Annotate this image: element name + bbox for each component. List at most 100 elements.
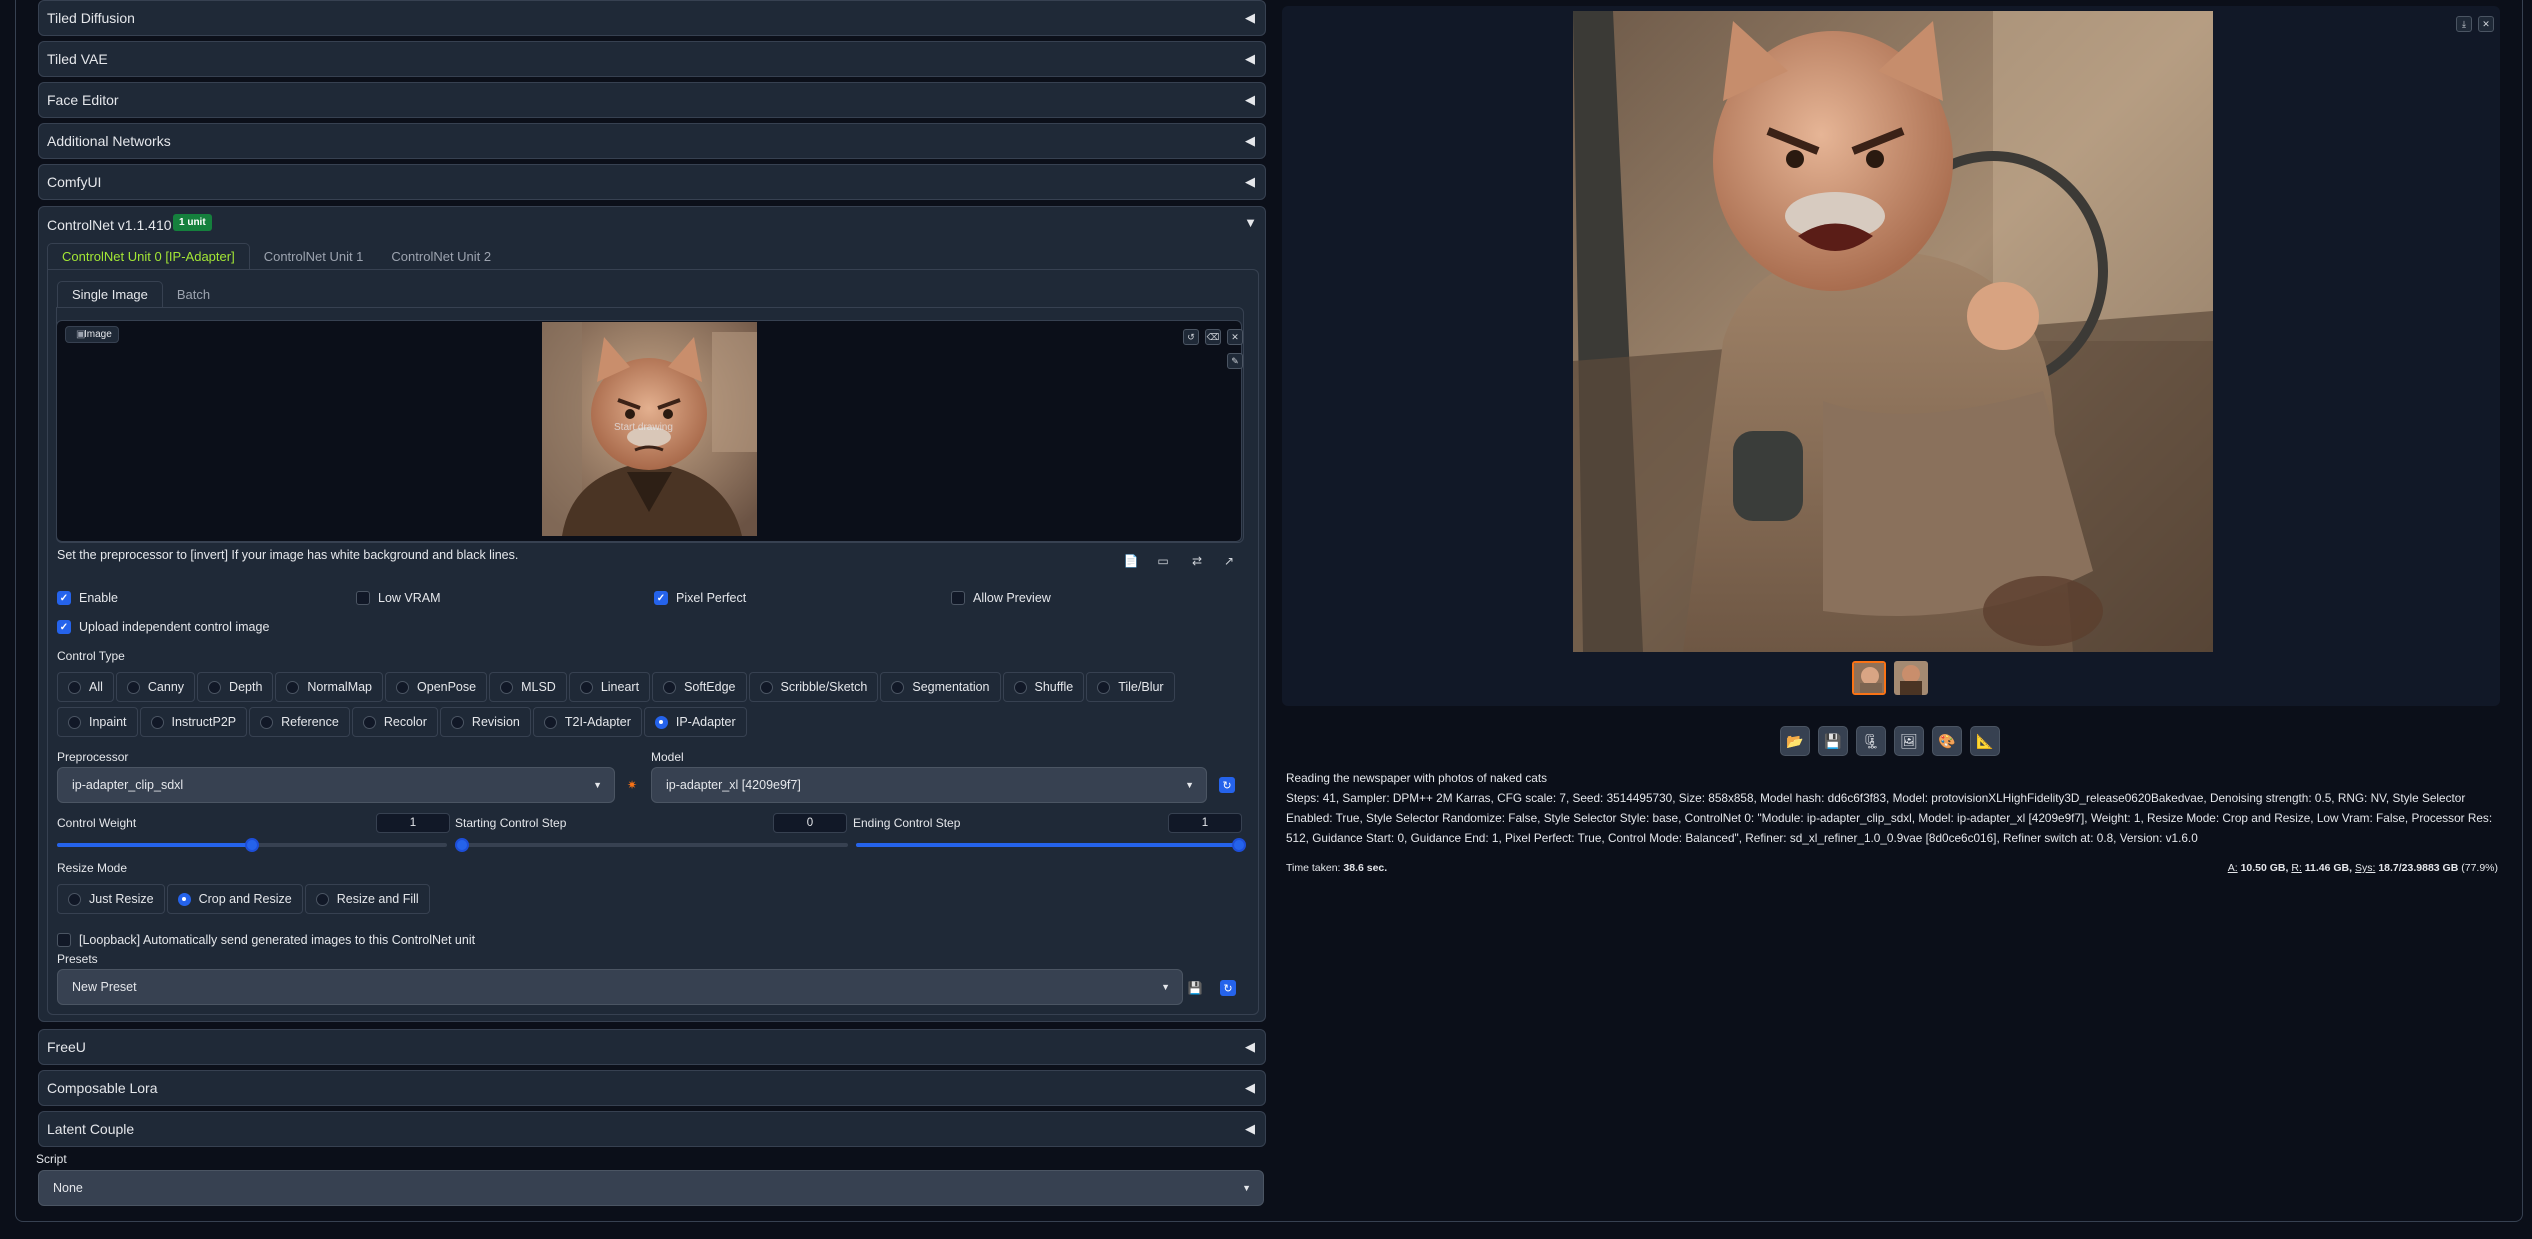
control-type-t2i-adapter[interactable]: T2I-Adapter bbox=[532, 707, 642, 737]
radio-dot bbox=[663, 680, 677, 694]
start-step-input[interactable]: 0 bbox=[773, 813, 847, 833]
close-icon[interactable]: ✕ bbox=[1227, 329, 1243, 345]
control-type-mlsd[interactable]: MLSD bbox=[489, 672, 567, 702]
model-dropdown[interactable]: ip-adapter_xl [4209e9f7] ▼ bbox=[651, 767, 1207, 803]
accordion-composable-lora[interactable]: Composable Lora ◀ bbox=[38, 1070, 1266, 1106]
allow-preview-checkbox[interactable]: Allow Preview bbox=[951, 591, 1051, 605]
new-canvas-icon[interactable]: 📄 bbox=[1120, 552, 1142, 570]
upload-independent-checkbox[interactable]: ✓ Upload independent control image bbox=[57, 620, 269, 634]
control-type-ip-adapter[interactable]: IP-Adapter bbox=[643, 707, 747, 737]
control-type-recolor[interactable]: Recolor bbox=[351, 707, 438, 737]
time-value: 38.6 sec. bbox=[1343, 862, 1388, 874]
controlnet-title[interactable]: ControlNet v1.1.410 bbox=[47, 217, 172, 233]
control-type-shuffle[interactable]: Shuffle bbox=[1002, 672, 1085, 702]
tab-unit-2[interactable]: ControlNet Unit 2 bbox=[377, 243, 505, 269]
radio-label: SoftEdge bbox=[684, 680, 736, 694]
dropdown-value: ip-adapter_xl [4209e9f7] bbox=[666, 778, 801, 792]
refresh-models-icon[interactable]: ↻ bbox=[1219, 777, 1235, 793]
expand-arrow-icon[interactable]: ▼ bbox=[1244, 215, 1257, 230]
resize-mode-label: Resize Mode bbox=[57, 861, 128, 875]
close-icon[interactable]: ✕ bbox=[2478, 16, 2494, 32]
accordion-tiled-diffusion[interactable]: Tiled Diffusion ◀ bbox=[38, 0, 1266, 36]
presets-dropdown[interactable]: New Preset ▼ bbox=[57, 969, 1183, 1005]
control-type-instructp2p[interactable]: InstructP2P bbox=[139, 707, 248, 737]
gallery-thumb-selected[interactable] bbox=[1852, 661, 1886, 695]
radio-dot bbox=[286, 680, 300, 694]
control-weight-input[interactable]: 1 bbox=[376, 813, 450, 833]
accordion-tiled-vae[interactable]: Tiled VAE ◀ bbox=[38, 41, 1266, 77]
undo-icon[interactable]: ↺ bbox=[1183, 329, 1199, 345]
swap-icon[interactable]: ⇄ bbox=[1186, 552, 1208, 570]
end-step-input[interactable]: 1 bbox=[1168, 813, 1242, 833]
radio-label: Lineart bbox=[600, 680, 640, 694]
control-type-depth[interactable]: Depth bbox=[197, 672, 274, 702]
low-vram-checkbox[interactable]: Low VRAM bbox=[356, 591, 441, 605]
pixel-perfect-checkbox[interactable]: ✓ Pixel Perfect bbox=[654, 591, 746, 605]
preprocessor-dropdown[interactable]: ip-adapter_clip_sdxl ▼ bbox=[57, 767, 615, 803]
end-step-slider[interactable] bbox=[856, 838, 1246, 852]
download-icon[interactable]: ⤓ bbox=[2456, 16, 2472, 32]
collapse-arrow-icon: ◀ bbox=[1245, 133, 1255, 148]
control-type-lineart[interactable]: Lineart bbox=[568, 672, 651, 702]
control-type-normalmap[interactable]: NormalMap bbox=[275, 672, 384, 702]
tab-unit-0[interactable]: ControlNet Unit 0 [IP-Adapter] bbox=[47, 243, 250, 269]
send-to-inpaint-icon[interactable]: 🎨 bbox=[1932, 726, 1962, 756]
control-type-openpose[interactable]: OpenPose bbox=[385, 672, 488, 702]
control-type-all[interactable]: All bbox=[57, 672, 114, 702]
refresh-presets-icon[interactable]: ↻ bbox=[1220, 980, 1236, 996]
zip-icon[interactable]: 🗜 bbox=[1856, 726, 1886, 756]
control-type-softedge[interactable]: SoftEdge bbox=[652, 672, 747, 702]
accordion-comfyui[interactable]: ComfyUI ◀ bbox=[38, 164, 1266, 200]
accordion-face-editor[interactable]: Face Editor ◀ bbox=[38, 82, 1266, 118]
start-step-slider[interactable] bbox=[455, 838, 848, 852]
control-type-segmentation[interactable]: Segmentation bbox=[880, 672, 1001, 702]
control-type-row-2: Inpaint InstructP2P Reference Recolor Re… bbox=[57, 707, 747, 737]
control-type-reference[interactable]: Reference bbox=[249, 707, 350, 737]
brush-icon[interactable]: ✎ bbox=[1227, 353, 1243, 369]
send-to-img2img-icon[interactable]: 🖼 bbox=[1894, 726, 1924, 756]
gallery-thumb[interactable] bbox=[1894, 661, 1928, 695]
checkbox-box bbox=[57, 933, 71, 947]
loopback-checkbox[interactable]: [Loopback] Automatically send generated … bbox=[57, 933, 475, 947]
resize-mode-resize-and-fill[interactable]: Resize and Fill bbox=[304, 884, 430, 914]
control-type-tile-blur[interactable]: Tile/Blur bbox=[1086, 672, 1175, 702]
script-dropdown[interactable]: None ▼ bbox=[38, 1170, 1264, 1206]
accordion-freeu[interactable]: FreeU ◀ bbox=[38, 1029, 1266, 1065]
radio-dot bbox=[260, 715, 274, 729]
resize-mode-crop-and-resize[interactable]: Crop and Resize bbox=[166, 884, 303, 914]
preprocessor-label: Preprocessor bbox=[57, 750, 129, 764]
end-step-label: Ending Control Step bbox=[853, 816, 961, 830]
tab-batch[interactable]: Batch bbox=[163, 281, 224, 307]
collapse-arrow-icon: ◀ bbox=[1245, 1121, 1255, 1136]
radio-label: Scribble/Sketch bbox=[780, 680, 868, 694]
send-dimensions-icon[interactable]: ↗ bbox=[1218, 552, 1240, 570]
collapse-arrow-icon: ◀ bbox=[1245, 1039, 1255, 1054]
control-type-inpaint[interactable]: Inpaint bbox=[57, 707, 138, 737]
control-type-canny[interactable]: Canny bbox=[115, 672, 196, 702]
save-icon[interactable]: 💾 bbox=[1818, 726, 1848, 756]
enable-checkbox[interactable]: ✓ Enable bbox=[57, 591, 118, 605]
accordion-additional-networks[interactable]: Additional Networks ◀ bbox=[38, 123, 1266, 159]
send-to-extras-icon[interactable]: 📐 bbox=[1970, 726, 2000, 756]
check-icon: ✓ bbox=[57, 620, 71, 634]
open-folder-icon[interactable]: 📂 bbox=[1780, 726, 1810, 756]
output-image[interactable] bbox=[1573, 11, 2213, 652]
control-type-revision[interactable]: Revision bbox=[439, 707, 531, 737]
script-label: Script bbox=[36, 1152, 67, 1166]
tab-single-image[interactable]: Single Image bbox=[57, 281, 163, 307]
resize-mode-just-resize[interactable]: Just Resize bbox=[57, 884, 165, 914]
checkbox-label: Enable bbox=[79, 591, 118, 605]
webcam-icon[interactable]: ▭ bbox=[1152, 552, 1174, 570]
clear-icon[interactable]: ⌫ bbox=[1205, 329, 1221, 345]
control-weight-slider[interactable] bbox=[57, 838, 447, 852]
output-prompt: Reading the newspaper with photos of nak… bbox=[1286, 771, 1548, 785]
run-preprocessor-icon[interactable]: ✷ bbox=[621, 776, 643, 794]
checkbox-label: Low VRAM bbox=[378, 591, 441, 605]
tab-unit-1[interactable]: ControlNet Unit 1 bbox=[250, 243, 378, 269]
control-image-canvas[interactable]: Image ▣ Start drawing ↺ ⌫ ✕ ✎ bbox=[56, 320, 1243, 542]
image-label: Image bbox=[65, 326, 119, 343]
accordion-latent-couple[interactable]: Latent Couple ◀ bbox=[38, 1111, 1266, 1147]
control-type-scribble[interactable]: Scribble/Sketch bbox=[748, 672, 879, 702]
control-type-row-1: All Canny Depth NormalMap OpenPose MLSD … bbox=[57, 672, 1175, 702]
accordion-label: Tiled VAE bbox=[47, 51, 108, 67]
